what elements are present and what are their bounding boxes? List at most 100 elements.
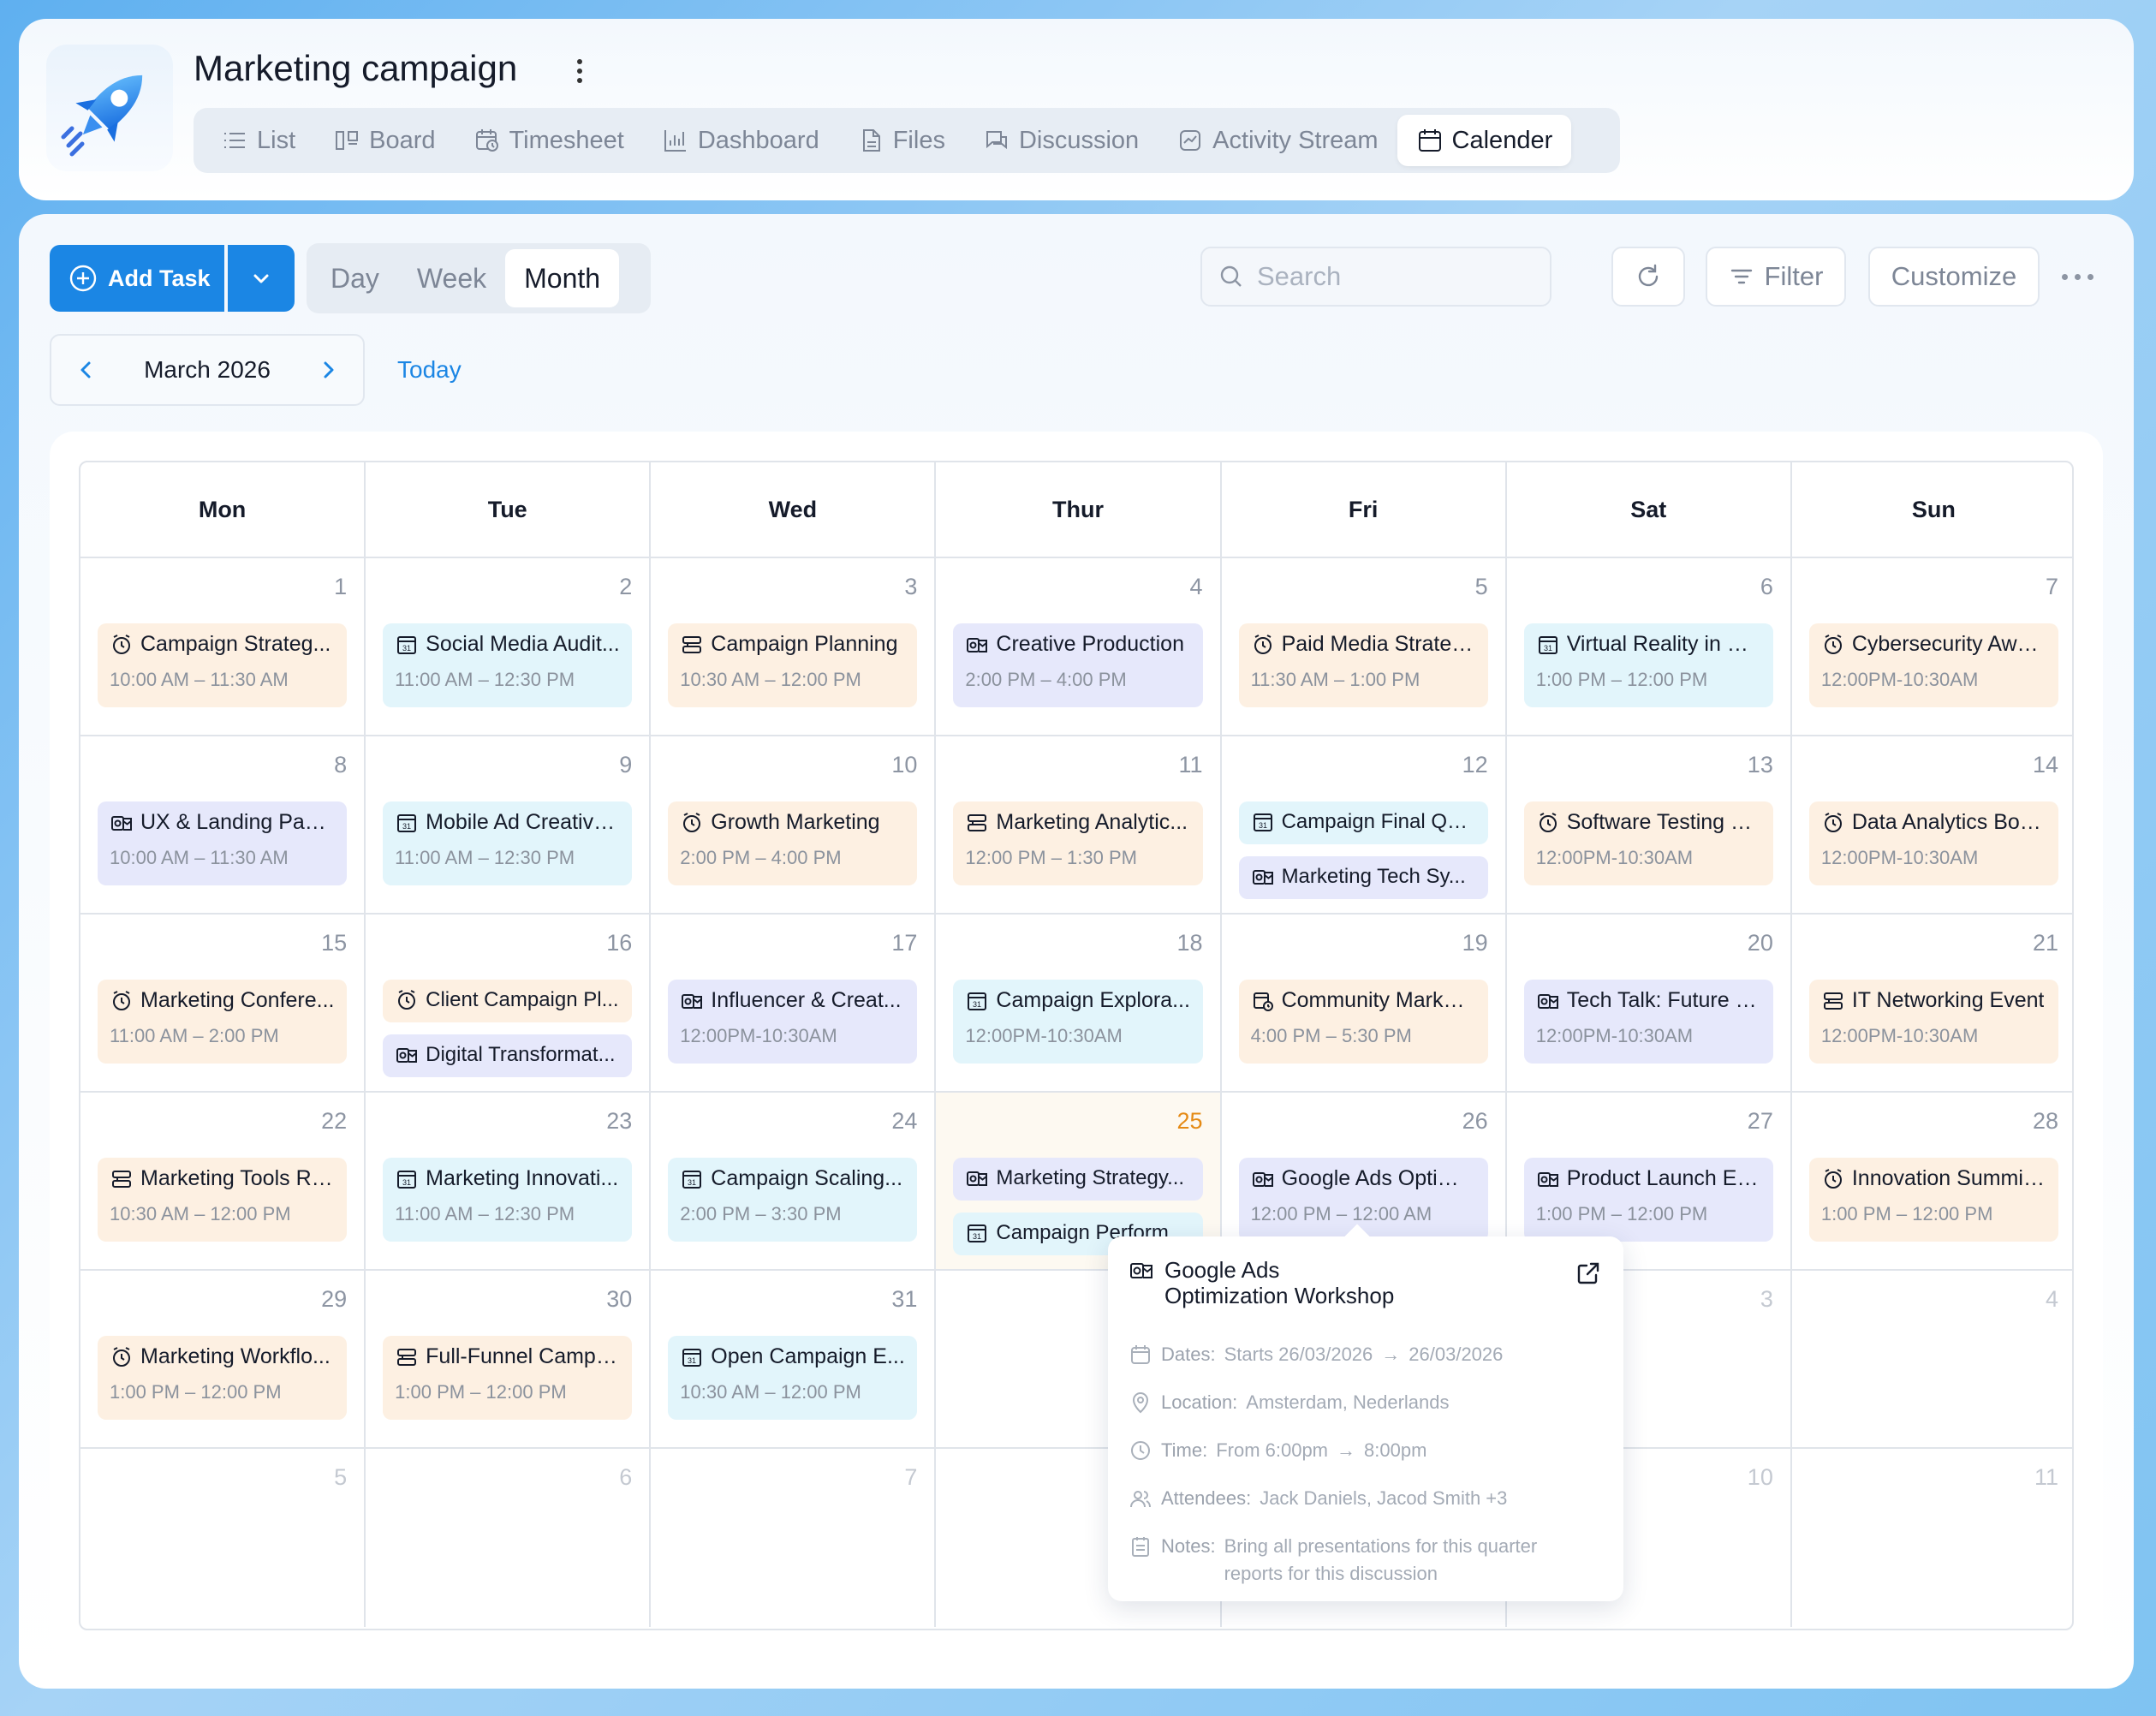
view-month-button[interactable]: Month [505, 249, 620, 307]
event-card[interactable]: 31 Campaign Final QA... [1238, 801, 1488, 844]
event-card[interactable]: Full-Funnel Campa... 1:00 PM – 12:00 PM [383, 1336, 633, 1420]
day-cell[interactable]: 15 Marketing Confere... 11:00 AM – 2:00 PM [80, 915, 366, 1091]
day-cell[interactable]: 24 31 Campaign Scaling... 2:00 PM – 3:30 PM [651, 1093, 937, 1269]
day-cell[interactable]: 6 31 Virtual Reality in Bu... 1:00 PM – 12:… [1507, 558, 1792, 735]
event-card[interactable]: 31 Mobile Ad Creative... 11:00 AM – 12:30 … [383, 801, 633, 885]
day-number: 7 [2045, 574, 2058, 599]
day-cell[interactable]: 13 Software Testing S... 12:00PM-10:30AM [1507, 736, 1792, 913]
event-card[interactable]: Cybersecurity Awa... 12:00PM-10:30AM [1808, 623, 2058, 707]
event-card[interactable]: Campaign Planning 10:30 AM – 12:00 PM [668, 623, 918, 707]
outlook-icon [967, 1171, 988, 1186]
open-external-button[interactable] [1574, 1259, 1603, 1292]
add-task-dropdown-button[interactable] [228, 245, 295, 312]
refresh-button[interactable] [1611, 247, 1685, 307]
day-cell[interactable]: 18 31 Campaign Explora... 12:00PM-10:30AM [936, 915, 1222, 1091]
event-card[interactable]: UX & Landing Page... 10:00 AM – 11:30 AM [98, 801, 348, 885]
event-card[interactable]: 31 Social Media Audit... 11:00 AM – 12:30 … [383, 623, 633, 707]
event-card[interactable]: 31 Virtual Reality in Bu... 1:00 PM – 12:0… [1523, 623, 1773, 707]
day-cell[interactable]: 19 Community Market... 4:00 PM – 5:30 PM [1222, 915, 1507, 1091]
filter-button[interactable]: Filter [1706, 247, 1846, 307]
day-cell[interactable]: 9 31 Mobile Ad Creative... 11:00 AM – 12:30… [366, 736, 652, 913]
event-title-row: Innovation Summit... [1821, 1166, 2046, 1191]
event-card[interactable]: 31 Marketing Innovati... 11:00 AM – 12:30 … [383, 1158, 633, 1242]
day-cell[interactable]: 2 31 Social Media Audit... 11:00 AM – 12:30… [366, 558, 652, 735]
event-card[interactable]: Client Campaign Pl... [383, 980, 633, 1022]
event-card[interactable]: Google Ads Optimi... 12:00 PM – 12:00 AM [1238, 1158, 1488, 1242]
event-time: 11:00 AM – 12:30 PM [395, 847, 575, 868]
day-cell[interactable]: 10 Growth Marketing 2:00 PM – 4:00 PM [651, 736, 937, 913]
tab-label: Activity Stream [1212, 126, 1379, 154]
day-cell[interactable]: 23 31 Marketing Innovati... 11:00 AM – 12:3… [366, 1093, 652, 1269]
day-cell[interactable]: 7 Cybersecurity Awa... 12:00PM-10:30AM [1792, 558, 2072, 735]
week-row: 22 Marketing Tools Re... 10:30 AM – 12:00 … [80, 1093, 2072, 1271]
view-week-button[interactable]: Week [398, 249, 505, 307]
day-cell[interactable]: 5 [80, 1449, 366, 1627]
chevron-left-icon[interactable] [74, 357, 99, 383]
tab-calender[interactable]: Calender [1397, 115, 1572, 166]
day-cell[interactable]: 3 Campaign Planning 10:30 AM – 12:00 PM [651, 558, 937, 735]
event-card[interactable]: Software Testing S... 12:00PM-10:30AM [1523, 801, 1773, 885]
event-card[interactable]: Digital Transformat... [383, 1034, 633, 1077]
day-cell[interactable]: 4 [1792, 1271, 2072, 1447]
day-cell[interactable]: 11 [1792, 1449, 2072, 1627]
event-card[interactable]: Marketing Tech Sy... [1238, 856, 1488, 899]
more-options-button[interactable] [2062, 274, 2093, 280]
day-cell[interactable]: 11 Marketing Analytic... 12:00 PM – 1:30 P… [936, 736, 1222, 913]
day-cell[interactable]: 29 Marketing Workflo... 1:00 PM – 12:00 PM [80, 1271, 366, 1447]
event-card[interactable]: Growth Marketing 2:00 PM – 4:00 PM [668, 801, 918, 885]
event-card[interactable]: Marketing Tools Re... 10:30 AM – 12:00 PM [98, 1158, 348, 1242]
day-cell[interactable]: 12 31 Campaign Final QA... Marketing Tech S… [1222, 736, 1507, 913]
day-cell[interactable]: 20 Tech Talk: Future of... 12:00PM-10:30AM [1507, 915, 1792, 1091]
today-button[interactable]: Today [397, 356, 462, 384]
event-card[interactable]: Creative Production 2:00 PM – 4:00 PM [953, 623, 1203, 707]
event-card[interactable]: 31 Campaign Scaling... 2:00 PM – 3:30 PM [668, 1158, 918, 1242]
event-card[interactable]: Marketing Workflo... 1:00 PM – 12:00 PM [98, 1336, 348, 1420]
event-card[interactable]: 31 Campaign Explora... 12:00PM-10:30AM [953, 980, 1203, 1064]
day-cell[interactable]: 21 IT Networking Event 12:00PM-10:30AM [1792, 915, 2072, 1091]
view-day-button[interactable]: Day [312, 249, 398, 307]
day-cell[interactable]: 5 Paid Media Strateg... 11:30 AM – 1:00 PM [1222, 558, 1507, 735]
event-card[interactable]: Tech Talk: Future of... 12:00PM-10:30AM [1523, 980, 1773, 1064]
day-cell[interactable]: 17 Influencer & Creat... 12:00PM-10:30AM [651, 915, 937, 1091]
day-cell[interactable]: 4 Creative Production 2:00 PM – 4:00 PM [936, 558, 1222, 735]
popover-time: Time: From 6:00pm → 8:00pm [1129, 1437, 1603, 1464]
event-card[interactable]: Marketing Analytic... 12:00 PM – 1:30 PM [953, 801, 1203, 885]
day-cell[interactable]: 31 31 Open Campaign E... 10:30 AM – 12:00 P… [651, 1271, 937, 1447]
event-card[interactable]: Influencer & Creat... 12:00PM-10:30AM [668, 980, 918, 1064]
tab-board[interactable]: Board [314, 115, 454, 166]
chevron-right-icon[interactable] [315, 357, 341, 383]
event-title-row: Data Analytics Boo... [1821, 810, 2046, 835]
day-cell[interactable]: 6 [366, 1449, 652, 1627]
day-cell[interactable]: 28 Innovation Summit... 1:00 PM – 12:00 PM [1792, 1093, 2072, 1269]
event-card[interactable]: Marketing Confere... 11:00 AM – 2:00 PM [98, 980, 348, 1064]
tab-files[interactable]: Files [838, 115, 964, 166]
day-cell[interactable]: 14 Data Analytics Boo... 12:00PM-10:30AM [1792, 736, 2072, 913]
day-number: 3 [904, 574, 918, 599]
search-input[interactable]: Search [1200, 247, 1551, 307]
day-cell[interactable]: 8 UX & Landing Page... 10:00 AM – 11:30 AM [80, 736, 366, 913]
tab-activity-stream[interactable]: Activity Stream [1158, 115, 1397, 166]
day-cell[interactable]: 16 Client Campaign Pl... Digital Transform… [366, 915, 652, 1091]
tab-timesheet[interactable]: Timesheet [455, 115, 643, 166]
event-card[interactable]: Innovation Summit... 1:00 PM – 12:00 PM [1808, 1158, 2058, 1242]
event-card[interactable]: Product Launch Ev... 1:00 PM – 12:00 PM [1523, 1158, 1773, 1242]
event-card[interactable]: Data Analytics Boo... 12:00PM-10:30AM [1808, 801, 2058, 885]
day-cell[interactable]: 7 [651, 1449, 937, 1627]
event-time: 12:00 PM – 1:30 PM [965, 847, 1137, 868]
tab-dashboard[interactable]: Dashboard [643, 115, 838, 166]
tab-discussion[interactable]: Discussion [964, 115, 1158, 166]
event-card[interactable]: Campaign Strateg... 10:00 AM – 11:30 AM [98, 623, 348, 707]
day-cell[interactable]: 22 Marketing Tools Re... 10:30 AM – 12:00 … [80, 1093, 366, 1269]
event-card[interactable]: Community Market... 4:00 PM – 5:30 PM [1238, 980, 1488, 1064]
event-card[interactable]: 31 Open Campaign E... 10:30 AM – 12:00 PM [668, 1336, 918, 1420]
day-cell[interactable]: 30 Full-Funnel Campa... 1:00 PM – 12:00 PM [366, 1271, 652, 1447]
tab-list[interactable]: List [202, 115, 314, 166]
customize-button[interactable]: Customize [1868, 247, 2040, 307]
event-card[interactable]: Paid Media Strateg... 11:30 AM – 1:00 PM [1238, 623, 1488, 707]
project-menu-button[interactable] [567, 51, 593, 91]
day-cell[interactable]: 1 Campaign Strateg... 10:00 AM – 11:30 AM [80, 558, 366, 735]
add-task-button[interactable]: Add Task [50, 245, 224, 312]
event-title-row: Marketing Tech Sy... [1251, 865, 1476, 889]
event-card[interactable]: Marketing Strategy... [953, 1158, 1203, 1201]
event-card[interactable]: IT Networking Event 12:00PM-10:30AM [1808, 980, 2058, 1064]
